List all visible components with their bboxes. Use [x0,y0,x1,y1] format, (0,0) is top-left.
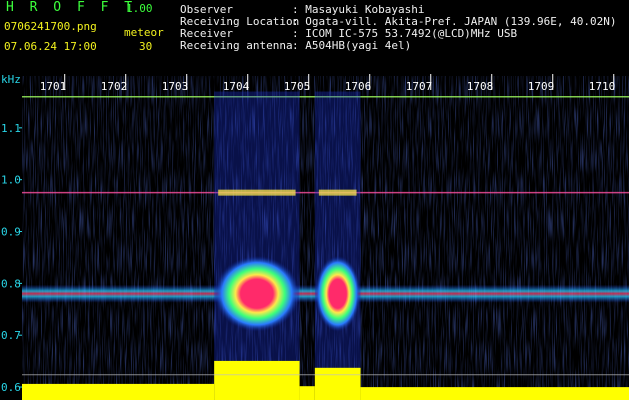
date-time: 07.06.24 17:00 [4,40,97,53]
x-tick-label: 1708 [467,80,494,93]
power-bar [214,360,300,400]
x-tick-label: 1703 [162,80,189,93]
y-tick-label: 1.1 [1,122,21,135]
y-tick-label: 0.8 [1,277,21,290]
file-name: 0706241700.png [4,20,97,33]
antenna-value: : A504HB(yagi 4el) [292,39,412,52]
power-bar [299,386,315,400]
echo-spread [214,91,300,377]
x-tick-label: 1702 [101,80,128,93]
echo-spread [314,91,361,377]
x-tick-label: 1704 [223,80,250,93]
meteor-count: 30 [139,40,153,53]
echo-line-trace [318,189,357,196]
meteor-label: meteor [124,26,164,39]
y-tick-label: 0.6 [1,381,21,394]
x-tick-label: 1706 [345,80,372,93]
y-tick-label: 0.7 [1,329,21,342]
spectrogram-chart: 1.1 1.0 0.9 0.8 0.7 0.6 kHz 1701 1702 1703 1704 170… [1,74,629,400]
app-name: H R O F F T [6,0,137,15]
power-bar [360,387,629,400]
y-tick-label: 1.0 [1,174,21,187]
x-tick-label: 1701 [40,80,67,93]
x-tick-label: 1705 [284,80,311,93]
antenna-label: Receiving antenna [180,39,293,52]
y-tick-label: 0.9 [1,226,21,239]
y-axis-label: kHz [1,74,21,86]
x-tick-label: 1709 [528,80,555,93]
echo-burst [214,255,300,332]
app-version: 1.00 [126,2,153,15]
echo-burst [314,255,361,332]
power-bar [22,383,215,400]
header-panel: H R O F F T 1.00 0706241700.png meteor 0… [0,0,629,74]
x-tick-label: 1710 [589,80,616,93]
power-bar [314,367,361,400]
x-tick-label: 1707 [406,80,433,93]
echo-line-trace [218,189,296,196]
